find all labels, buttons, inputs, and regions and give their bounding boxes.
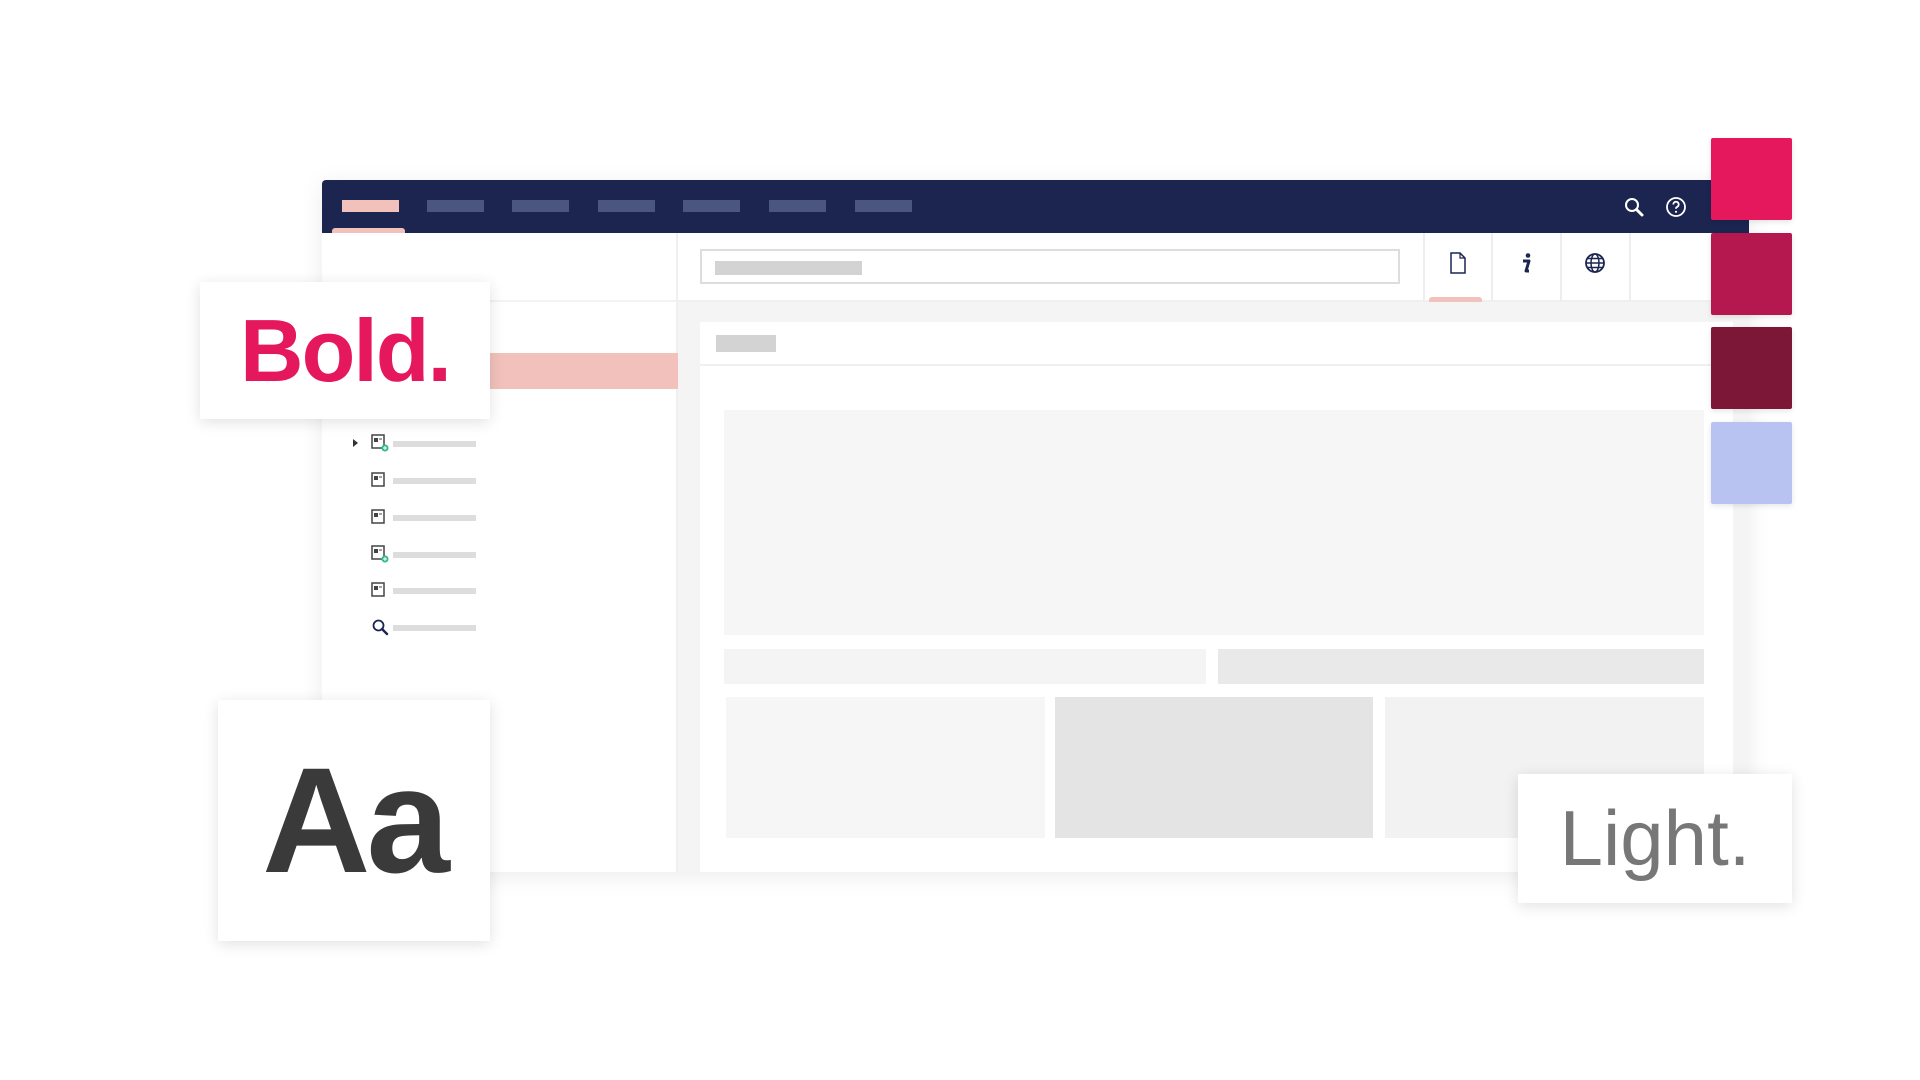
- content-field-right: [1218, 649, 1704, 684]
- light-type-card: Light.: [1518, 774, 1792, 903]
- tree-item-label: [393, 552, 476, 558]
- search-input[interactable]: [700, 249, 1400, 284]
- panel-header: [700, 322, 1733, 366]
- nav-tab-6[interactable]: [769, 200, 826, 212]
- tree-item[interactable]: [347, 508, 547, 528]
- info-icon: [1523, 252, 1531, 272]
- content-tile: [726, 697, 1045, 838]
- tree-item[interactable]: [347, 581, 547, 601]
- file-icon: [1450, 251, 1466, 274]
- tree-item-label: [393, 588, 476, 594]
- nav-tab-7[interactable]: [855, 200, 912, 212]
- document-icon: [371, 509, 385, 524]
- document-add-icon: [371, 434, 389, 452]
- help-icon[interactable]: [1664, 195, 1688, 219]
- tree-item-label: [393, 625, 476, 631]
- content-block-large: [724, 410, 1704, 635]
- tree-item[interactable]: [347, 545, 547, 565]
- globe-icon: [1585, 252, 1605, 273]
- typeface-card: Aa: [218, 700, 490, 941]
- panel-title-placeholder: [716, 335, 776, 352]
- typeface-sample: Aa: [262, 736, 450, 904]
- search-icon: [372, 619, 389, 636]
- nav-tab-2[interactable]: [427, 200, 484, 212]
- app-window: [322, 180, 1749, 872]
- search-placeholder: [715, 261, 862, 275]
- globe-button[interactable]: [1560, 233, 1628, 302]
- top-nav-bar: [322, 180, 1749, 233]
- content-field-left: [724, 649, 1206, 684]
- bold-sample: Bold.: [240, 300, 452, 400]
- tree-item-label: [393, 478, 476, 484]
- content-tile: [1055, 697, 1373, 838]
- color-swatch: [1711, 327, 1792, 409]
- toolbar: [678, 233, 1749, 302]
- tree-item[interactable]: [347, 618, 547, 638]
- document-icon: [371, 582, 385, 597]
- nav-tab-5[interactable]: [683, 200, 740, 212]
- light-sample: Light.: [1559, 794, 1751, 882]
- expand-icon[interactable]: [353, 439, 358, 447]
- color-swatch: [1711, 138, 1792, 220]
- bold-type-card: Bold.: [200, 282, 490, 419]
- tree-item[interactable]: [347, 434, 547, 454]
- nav-tab-3[interactable]: [512, 200, 569, 212]
- nav-tab-1[interactable]: [342, 200, 399, 212]
- toolbar-empty-slot: [1629, 233, 1697, 302]
- tree-item[interactable]: [347, 471, 547, 491]
- tree-item-label: [393, 441, 476, 447]
- color-swatch: [1711, 233, 1792, 315]
- color-swatch: [1711, 422, 1792, 504]
- document-add-icon: [371, 545, 389, 563]
- file-button[interactable]: [1423, 233, 1491, 302]
- info-button[interactable]: [1491, 233, 1559, 302]
- document-icon: [371, 472, 385, 487]
- nav-tab-4[interactable]: [598, 200, 655, 212]
- search-icon[interactable]: [1622, 195, 1646, 219]
- tree-item-label: [393, 515, 476, 521]
